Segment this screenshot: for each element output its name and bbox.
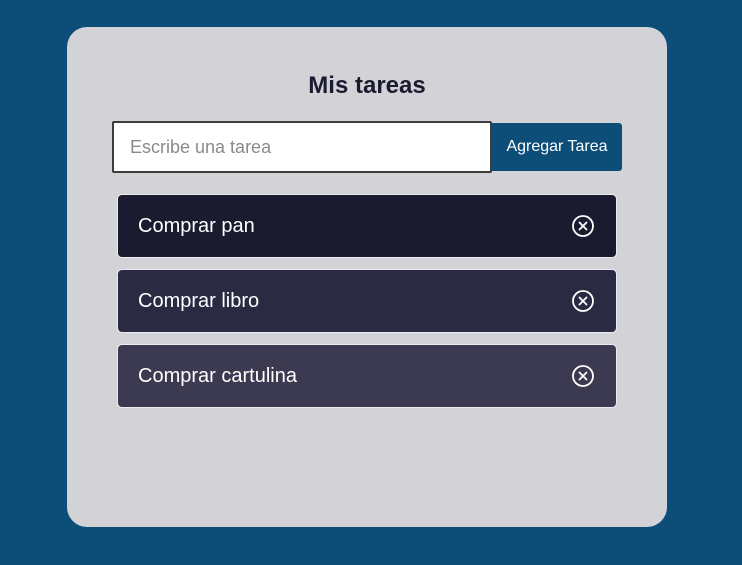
close-circle-icon[interactable] [571, 289, 595, 313]
task-form: Agregar Tarea [112, 121, 622, 173]
add-task-button[interactable]: Agregar Tarea [492, 123, 622, 171]
close-circle-icon[interactable] [571, 364, 595, 388]
task-item: Comprar libro [117, 269, 617, 333]
close-circle-icon[interactable] [571, 214, 595, 238]
task-list: Comprar pan Comprar libro Comprar cartul… [117, 194, 617, 419]
task-item: Comprar cartulina [117, 344, 617, 408]
task-text[interactable]: Comprar pan [138, 195, 255, 257]
task-item: Comprar pan [117, 194, 617, 258]
task-input[interactable] [112, 121, 492, 173]
task-text[interactable]: Comprar libro [138, 270, 259, 332]
page-title: Mis tareas [308, 72, 426, 99]
task-text[interactable]: Comprar cartulina [138, 345, 297, 407]
task-app-card: Mis tareas Agregar Tarea Comprar pan Com… [67, 27, 667, 527]
